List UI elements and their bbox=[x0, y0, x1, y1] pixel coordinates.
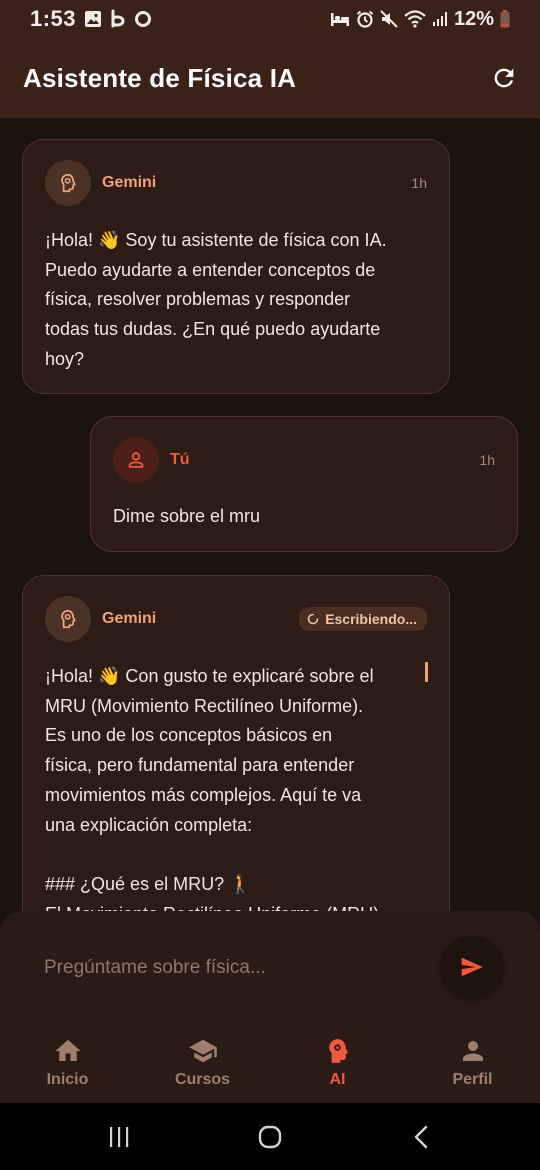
app-bar: Asistente de Física IA bbox=[0, 38, 540, 118]
person-icon bbox=[458, 1036, 488, 1066]
battery-icon bbox=[500, 10, 510, 28]
recents-icon bbox=[107, 1125, 131, 1149]
mute-icon bbox=[380, 10, 398, 28]
o-app-icon bbox=[134, 10, 152, 28]
message-time: 1h bbox=[411, 175, 427, 191]
message-input[interactable] bbox=[44, 953, 404, 983]
nav-label: Cursos bbox=[174, 1071, 231, 1088]
sender-name: Tú bbox=[170, 451, 190, 468]
nav-item-inicio[interactable]: Inicio bbox=[0, 1031, 135, 1103]
typing-status: Escribiendo... bbox=[325, 611, 417, 627]
home-button[interactable] bbox=[255, 1123, 285, 1151]
back-icon bbox=[410, 1125, 434, 1149]
nav-item-cursos[interactable]: Cursos bbox=[135, 1031, 270, 1103]
person-outline-icon bbox=[125, 449, 147, 471]
input-area bbox=[0, 911, 540, 1031]
bed-icon bbox=[330, 11, 350, 27]
avatar bbox=[45, 160, 91, 206]
typing-badge: Escribiendo... bbox=[299, 607, 427, 631]
message-text: ¡Hola! 👋 Con gusto te explicaré sobre el… bbox=[45, 666, 379, 913]
message-text: Dime sobre el mru bbox=[113, 506, 261, 526]
nav-item-perfil[interactable]: Perfil bbox=[405, 1031, 540, 1103]
avatar bbox=[113, 437, 159, 483]
avatar bbox=[45, 596, 91, 642]
psychology-icon bbox=[323, 1036, 353, 1066]
psychology-icon bbox=[57, 608, 79, 630]
nav-item-ai[interactable]: AI bbox=[270, 1031, 405, 1103]
image-icon bbox=[84, 10, 102, 28]
spinner-icon bbox=[307, 613, 319, 625]
psychology-icon bbox=[57, 172, 79, 194]
recents-button[interactable] bbox=[104, 1123, 134, 1151]
page-title: Asistente de Física IA bbox=[23, 62, 297, 93]
sender-name: Gemini bbox=[102, 610, 157, 627]
wifi-icon bbox=[404, 10, 426, 28]
alarm-icon bbox=[356, 10, 374, 28]
chat-messages: Gemini 1h ¡Hola! 👋 Soy tu asistente de f… bbox=[0, 118, 540, 913]
typing-cursor bbox=[425, 662, 428, 682]
b-app-icon bbox=[110, 9, 126, 29]
bottom-nav: Inicio Cursos AI Perfil bbox=[0, 1031, 540, 1103]
refresh-icon[interactable] bbox=[490, 64, 518, 92]
message-ai: Gemini 1h ¡Hola! 👋 Soy tu asistente de f… bbox=[22, 139, 450, 394]
battery-percent: 12% bbox=[453, 7, 494, 30]
message-time: 1h bbox=[479, 452, 495, 468]
signal-icon bbox=[432, 11, 448, 27]
send-icon bbox=[459, 954, 485, 980]
home-circle-icon bbox=[258, 1125, 282, 1149]
status-time: 1:53 bbox=[30, 6, 77, 31]
status-bar: 1:53 12% bbox=[0, 0, 540, 38]
school-icon bbox=[188, 1036, 218, 1066]
send-button[interactable] bbox=[441, 936, 503, 998]
message-text: ¡Hola! 👋 Soy tu asistente de física con … bbox=[45, 230, 387, 369]
message-user: Tú 1h Dime sobre el mru bbox=[90, 416, 518, 552]
back-button[interactable] bbox=[407, 1123, 437, 1151]
sender-name: Gemini bbox=[102, 174, 157, 191]
home-icon bbox=[53, 1036, 83, 1066]
system-nav-bar bbox=[0, 1103, 540, 1170]
nav-label: AI bbox=[329, 1071, 346, 1088]
nav-label: Inicio bbox=[46, 1071, 89, 1088]
message-ai-typing: Gemini Escribiendo... ¡Hola! 👋 Con gusto… bbox=[22, 575, 450, 913]
nav-label: Perfil bbox=[452, 1071, 493, 1088]
